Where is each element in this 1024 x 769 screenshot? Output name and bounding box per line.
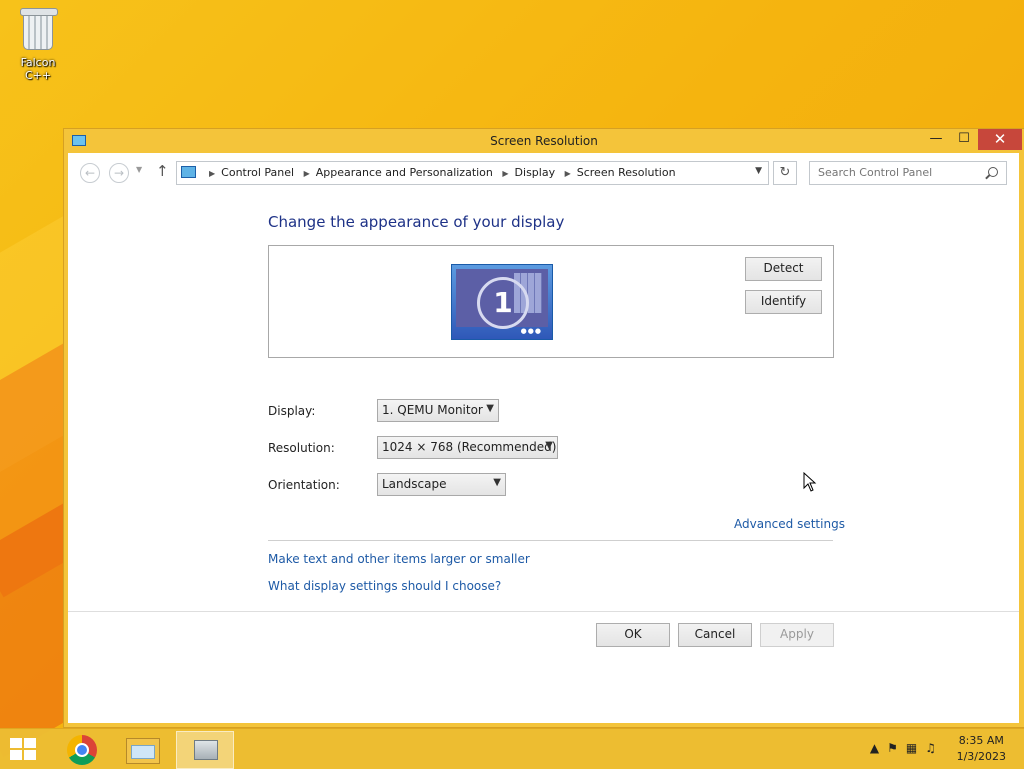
taskbar-control-panel[interactable] [176, 731, 234, 769]
network-icon[interactable]: ▦ [906, 741, 925, 755]
clock-date: 1/3/2023 [956, 750, 1006, 763]
display-select-value: 1. QEMU Monitor [382, 403, 483, 417]
refresh-icon: ↻ [779, 165, 791, 180]
display-help-link[interactable]: What display settings should I choose? [268, 579, 501, 593]
address-bar[interactable]: ▶ Control Panel ▶ Appearance and Personali… [176, 161, 769, 185]
windows-start-icon[interactable] [10, 738, 38, 762]
resolution-select-value: 1024 × 768 (Recommended) [382, 440, 557, 454]
clock[interactable]: 8:35 AM 1/3/2023 [957, 733, 1006, 765]
breadcrumb: ▶ Control Panel ▶ Appearance and Personali… [209, 166, 676, 179]
breadcrumb-screen-resolution[interactable]: Screen Resolution [577, 166, 676, 179]
navigation-bar: ← → ▼ ↑ ▶ Control Panel ▶ Appearance and P… [68, 153, 1019, 193]
orientation-select[interactable]: Landscape ▼ [377, 473, 506, 496]
breadcrumb-appearance[interactable]: Appearance and Personalization [316, 166, 493, 179]
close-button[interactable]: ✕ [978, 129, 1022, 150]
cancel-button[interactable]: Cancel [678, 623, 752, 647]
ok-button[interactable]: OK [596, 623, 670, 647]
up-button[interactable]: ↑ [156, 162, 169, 180]
display-preview: 1 ●●● Detect Identify [268, 245, 834, 358]
flag-icon[interactable]: ⚑ [887, 741, 906, 755]
taskbar: ▲⚑▦♫ 8:35 AM 1/3/2023 [0, 728, 1024, 769]
orientation-label: Orientation: [268, 478, 340, 492]
search-icon[interactable] [988, 167, 998, 177]
file-explorer-icon [126, 738, 160, 764]
identify-button[interactable]: Identify [745, 290, 822, 314]
control-panel-icon [194, 740, 218, 760]
desktop-icon-label: Falcon C++ [20, 56, 56, 82]
show-hidden-icons[interactable]: ▲ [870, 741, 887, 755]
screen-resolution-window: Screen Resolution — ☐ ✕ ← → ▼ ↑ ▶ Control… [63, 128, 1024, 728]
system-tray: ▲⚑▦♫ [870, 741, 944, 755]
maximize-button[interactable]: ☐ [951, 129, 977, 150]
speaker-icon[interactable]: ♫ [925, 741, 944, 755]
refresh-button[interactable]: ↻ [773, 161, 797, 185]
display-select[interactable]: 1. QEMU Monitor ▼ [377, 399, 499, 422]
resolution-select[interactable]: 1024 × 768 (Recommended) ▼ [377, 436, 558, 459]
taskbar-chrome[interactable] [54, 731, 110, 767]
monitor-icon[interactable]: 1 ●●● [451, 264, 553, 340]
recycle-bin-icon [18, 6, 58, 52]
recent-pages-button[interactable]: ▼ [136, 165, 142, 174]
search-box[interactable] [809, 161, 1007, 185]
window-title: Screen Resolution [490, 134, 598, 148]
apply-button[interactable]: Apply [760, 623, 834, 647]
desktop-icon-falcon[interactable]: Falcon C++ [6, 4, 70, 82]
minimize-button[interactable]: — [923, 129, 949, 150]
control-panel-icon [181, 166, 196, 178]
page-title: Change the appearance of your display [268, 213, 565, 231]
window-client: ← → ▼ ↑ ▶ Control Panel ▶ Appearance and P… [68, 153, 1019, 723]
advanced-settings-link[interactable]: Advanced settings [734, 517, 845, 531]
chevron-down-icon: ▼ [545, 440, 553, 451]
chevron-down-icon: ▼ [486, 403, 494, 414]
text-size-link[interactable]: Make text and other items larger or smal… [268, 552, 530, 566]
detect-button[interactable]: Detect [745, 257, 822, 281]
breadcrumb-display[interactable]: Display [515, 166, 556, 179]
back-button[interactable]: ← [80, 163, 100, 183]
taskbar-file-explorer[interactable] [114, 731, 170, 767]
orientation-select-value: Landscape [382, 477, 447, 491]
footer-divider [68, 611, 1019, 612]
forward-button[interactable]: → [109, 163, 129, 183]
clock-time: 8:35 AM [958, 734, 1004, 747]
chevron-down-icon: ▼ [493, 477, 501, 488]
display-label: Display: [268, 404, 316, 418]
chevron-down-icon[interactable]: ▼ [755, 166, 762, 176]
title-bar[interactable]: Screen Resolution — ☐ ✕ [64, 129, 1024, 153]
chrome-icon [67, 735, 97, 765]
resolution-label: Resolution: [268, 441, 335, 455]
search-input[interactable] [816, 165, 980, 180]
monitor-number: 1 [477, 277, 529, 329]
breadcrumb-control-panel[interactable]: Control Panel [221, 166, 294, 179]
divider [268, 540, 833, 541]
